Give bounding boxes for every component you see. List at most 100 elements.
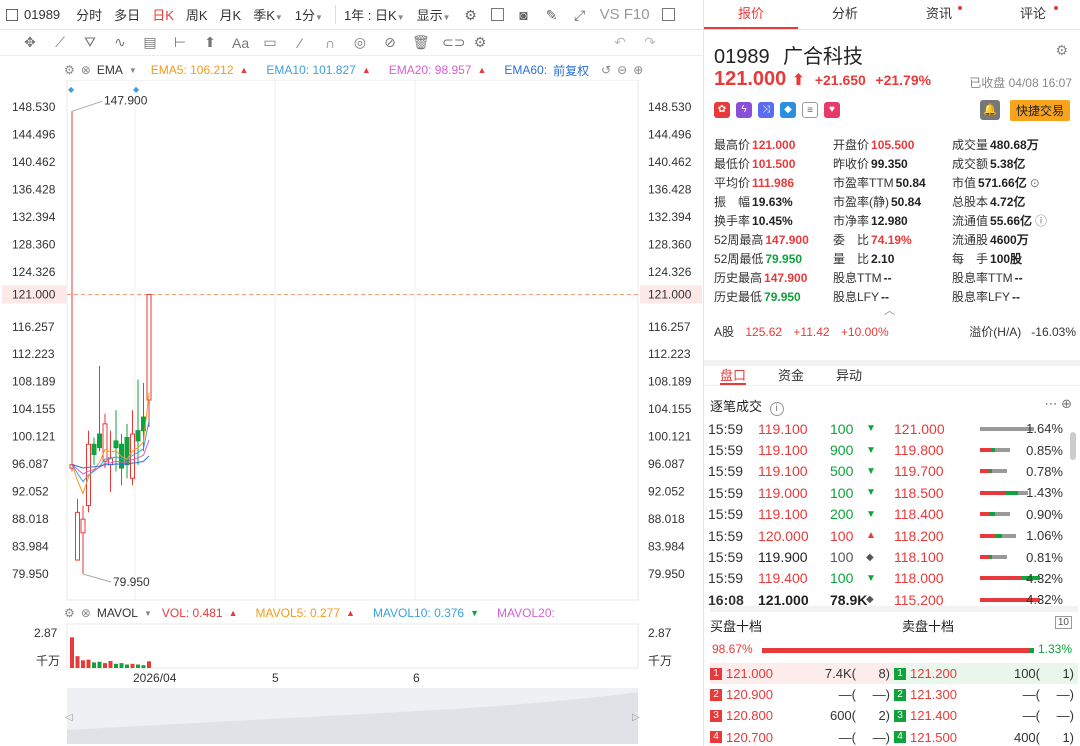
trade-price: 119.100	[758, 506, 808, 523]
adjust-mode[interactable]: 前复权	[553, 62, 589, 79]
fib-tool-icon[interactable]: ▤	[142, 34, 158, 51]
undo-icon[interactable]: ↶	[612, 34, 628, 51]
gear-icon[interactable]: ⚙	[472, 34, 488, 51]
ema-indicator-label[interactable]: EMA	[97, 63, 123, 77]
arrow-up-icon[interactable]: ⬆	[202, 34, 218, 51]
range-tool-icon[interactable]: ⊢	[172, 34, 188, 51]
stat-cell: 流通股 4600万	[952, 231, 1071, 250]
volume-bar	[125, 664, 129, 668]
scrollbar[interactable]	[1070, 432, 1076, 460]
gear-icon[interactable]: ⚙	[1055, 42, 1068, 59]
eye-icon[interactable]: ◎	[352, 34, 368, 51]
quote-tabs: 报价 分析 资讯 评论	[704, 0, 1080, 30]
move-icon[interactable]: ✥	[22, 34, 38, 51]
line-tool-icon[interactable]: ⟋	[52, 34, 68, 51]
stat-cell: 每 手 100股	[952, 250, 1071, 269]
triangle-up-icon: ▲	[228, 608, 238, 618]
price-tick: 116.257	[648, 320, 691, 334]
tab-quarter-k[interactable]: 季K▼	[253, 5, 283, 24]
more-icon[interactable]: ⋯	[1044, 396, 1057, 411]
hk-flag-icon[interactable]: ✿	[714, 102, 730, 118]
magnet-icon[interactable]: ∩	[322, 35, 338, 51]
note-icon[interactable]: ≡	[802, 102, 818, 118]
eraser-icon[interactable]: ⁄	[292, 35, 308, 51]
chevron-down-icon[interactable]: ▼	[129, 66, 137, 75]
close-icon[interactable]: ⊗	[81, 63, 91, 77]
close-icon[interactable]: ⊗	[81, 606, 91, 620]
wave-tool-icon[interactable]: ∿	[112, 34, 128, 51]
tab-weekly-k[interactable]: 周K	[186, 5, 208, 24]
sell-level[interactable]: 4 121.500 400(1)	[894, 727, 1078, 746]
tab-intraday[interactable]: 分时	[76, 5, 102, 24]
tab-multiday[interactable]: 多日	[114, 5, 140, 24]
gear-icon[interactable]: ⚙	[64, 606, 75, 620]
vs-f10-button[interactable]: VS F10	[600, 6, 650, 23]
camera-icon[interactable]: ◙	[516, 7, 532, 23]
text-tool-icon[interactable]: Aa	[232, 35, 249, 51]
tag-icon[interactable]: ◆	[780, 102, 796, 118]
sidebar-toggle-icon[interactable]	[6, 8, 18, 21]
levels-button[interactable]: 10	[1054, 616, 1072, 629]
time-tick: 2026/04	[133, 671, 177, 685]
tab-analysis[interactable]: 分析	[798, 0, 892, 29]
trash-icon[interactable]: 🗑	[412, 34, 430, 51]
settings-icon[interactable]: ⚙	[463, 7, 479, 23]
tab-1min[interactable]: 1分▼	[295, 5, 323, 24]
tab-quote[interactable]: 报价	[704, 0, 798, 29]
tab-daily-k[interactable]: 日K	[152, 5, 174, 24]
level-volume: 7.4K(	[824, 666, 856, 682]
info-icon[interactable]: ⓘ	[1035, 214, 1047, 228]
stat-value: 147.900	[764, 271, 808, 285]
window-icon[interactable]	[661, 8, 675, 21]
comment-icon[interactable]: ▭	[262, 34, 278, 51]
tab-capital[interactable]: 资金	[778, 366, 804, 385]
buy-level[interactable]: 4 120.700 —(—)	[710, 727, 894, 746]
zoom-in-icon[interactable]: ⊕	[1061, 396, 1072, 411]
range-navigator[interactable]: ◁ ▷	[65, 688, 640, 744]
buy-level[interactable]: 3 120.800 600(2)	[710, 705, 894, 726]
info-icon[interactable]: i	[769, 402, 784, 416]
zoom-in-icon[interactable]: ⊕	[633, 63, 643, 77]
range-selector[interactable]: 1年 : 日K▼	[334, 5, 405, 24]
mavol-indicator-label[interactable]: MAVOL	[97, 606, 138, 620]
trade-direction-icon: ▼	[866, 508, 876, 520]
buy-level[interactable]: 2 120.900 —(—)	[710, 684, 894, 705]
display-menu[interactable]: 显示▼	[417, 5, 451, 24]
distribution-pct: 1.43%	[1026, 485, 1063, 501]
buy-level[interactable]: 1 121.000 7.4K(8)	[710, 663, 894, 685]
trade-time: 15:59	[708, 484, 744, 501]
sell-level[interactable]: 2 121.300 —(—)	[894, 684, 1078, 705]
heart-icon[interactable]: ♥	[824, 102, 840, 118]
fullscreen-icon[interactable]: ⤢	[572, 7, 588, 23]
tab-monthly-k[interactable]: 月K	[220, 5, 242, 24]
sell-ratio: 1.33%	[1037, 642, 1072, 656]
reset-icon[interactable]: ↺	[601, 63, 611, 77]
notification-dot	[958, 6, 962, 10]
pen-icon[interactable]: ✎	[544, 7, 560, 23]
more-icon[interactable]: ⊙	[1030, 176, 1040, 190]
chevron-up-icon[interactable]: ︿	[884, 302, 895, 318]
candle-body	[124, 436, 130, 466]
tab-movement[interactable]: 异动	[836, 366, 862, 385]
tab-orderbook[interactable]: 盘口	[720, 366, 747, 385]
bell-icon[interactable]: 🔔	[980, 100, 1000, 120]
kline-chart[interactable]: 148.530 144.496 140.462 136.428 132.394 128.3…	[0, 80, 703, 746]
tab-news[interactable]: 资讯	[892, 0, 986, 29]
lightning-icon[interactable]: ϟ	[736, 102, 752, 118]
stock-name: 广合科技	[782, 46, 863, 68]
checkbox-icon[interactable]	[490, 8, 504, 21]
fast-trade-button[interactable]: 快捷交易	[1009, 100, 1070, 121]
hide-icon[interactable]: ⊘	[382, 34, 398, 51]
shuffle-icon[interactable]: ⤨	[758, 102, 774, 118]
tab-comments[interactable]: 评论	[986, 0, 1080, 29]
sell-level[interactable]: 3 121.400 —(—)	[894, 705, 1078, 726]
distribution-row: 119.700 0.78%	[894, 461, 1069, 482]
sell-level[interactable]: 1 121.200 100(1)	[894, 663, 1078, 685]
polyline-tool-icon[interactable]: ⛛	[82, 34, 98, 51]
gear-icon[interactable]: ⚙	[64, 63, 75, 77]
redo-icon[interactable]: ↷	[642, 34, 658, 51]
chevron-down-icon[interactable]: ▼	[144, 609, 152, 618]
stat-label: 成交量	[952, 138, 989, 152]
zoom-out-icon[interactable]: ⊖	[617, 63, 627, 77]
link-icon[interactable]: ⊂⊃	[442, 34, 465, 51]
